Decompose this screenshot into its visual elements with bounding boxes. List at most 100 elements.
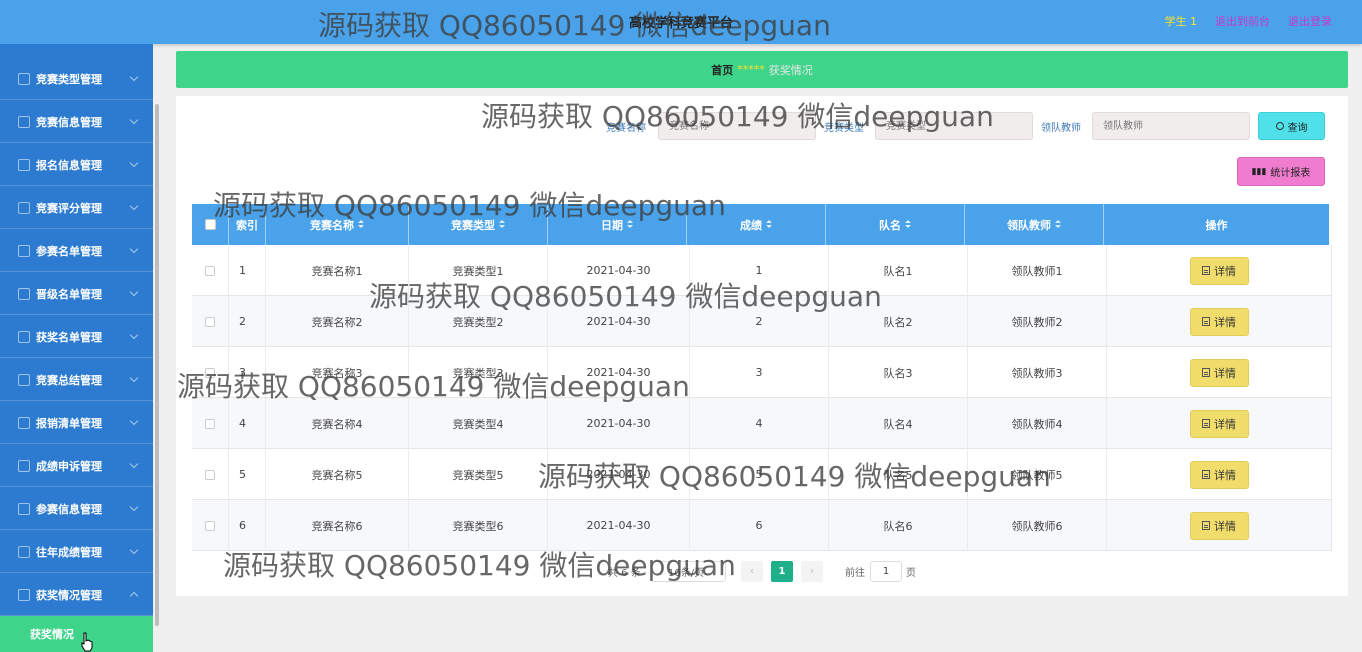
- column-header-team[interactable]: 队名: [826, 204, 965, 245]
- sidebar-item-competition-type[interactable]: 竞赛类型管理: [0, 58, 153, 100]
- sidebar: 竞赛类型管理 竞赛信息管理 报名信息管理 竞赛评分管理 参赛名单管理 晋级名单管…: [0, 44, 153, 652]
- detail-button[interactable]: 详情: [1189, 511, 1249, 540]
- sidebar-item-scoring[interactable]: 竞赛评分管理: [0, 187, 153, 229]
- sidebar-item-label: 获奖情况管理: [36, 588, 102, 602]
- prev-page-button[interactable]: ‹: [741, 561, 763, 582]
- cell-name: 竞赛名称3: [266, 347, 409, 398]
- cell-teacher: 领队教师4: [968, 398, 1107, 449]
- goto-suffix: 页: [906, 568, 916, 579]
- sidebar-item-winners[interactable]: 获奖名单管理: [0, 316, 153, 358]
- table-row: 2 竞赛名称2 竞赛类型2 2021-04-30 2 队名2 领队教师2 详情: [192, 296, 1332, 347]
- name-search-input[interactable]: [658, 112, 816, 140]
- detail-button-label: 详情: [1214, 315, 1236, 329]
- sidebar-item-summary[interactable]: 竞赛总结管理: [0, 359, 153, 401]
- copy-icon: [18, 502, 30, 515]
- sidebar-item-entry-info[interactable]: 参赛信息管理: [0, 488, 153, 530]
- cell-date: 2021-04-30: [548, 398, 690, 449]
- detail-button[interactable]: 详情: [1189, 409, 1249, 438]
- flag-icon: [18, 373, 30, 386]
- detail-button[interactable]: 详情: [1189, 307, 1249, 336]
- sidebar-item-competition-info[interactable]: 竞赛信息管理: [0, 101, 153, 143]
- column-header-type[interactable]: 竞赛类型: [409, 204, 548, 245]
- sidebar-item-appeals[interactable]: 成绩申诉管理: [0, 445, 153, 487]
- chevron-right-icon: ›: [810, 566, 814, 577]
- breadcrumb-separator: *****: [737, 63, 765, 76]
- cell-name: 竞赛名称2: [266, 296, 409, 347]
- type-search-label: 竞赛类型: [824, 123, 864, 134]
- cell-score: 3: [690, 347, 829, 398]
- next-page-button[interactable]: ›: [801, 561, 823, 582]
- cell-team: 队名4: [829, 398, 968, 449]
- column-header-score[interactable]: 成绩: [687, 204, 826, 245]
- chevron-down-icon: [129, 502, 139, 512]
- detail-button-label: 详情: [1214, 366, 1236, 380]
- select-all-checkbox[interactable]: [204, 219, 216, 230]
- page-number-current[interactable]: 1: [771, 561, 793, 582]
- table-row: 1 竞赛名称1 竞赛类型1 2021-04-30 1 队名1 领队教师1 详情: [192, 245, 1332, 296]
- current-user-link[interactable]: 学生 1: [1165, 13, 1198, 29]
- cell-name: 竞赛名称6: [266, 500, 409, 551]
- row-checkbox[interactable]: [205, 316, 215, 327]
- cell-team: 队名3: [829, 347, 968, 398]
- sidebar-item-label: 竞赛总结管理: [36, 373, 102, 387]
- sidebar-item-reimbursement[interactable]: 报销清单管理: [0, 402, 153, 444]
- detail-button[interactable]: 详情: [1189, 460, 1249, 489]
- trash-icon: [18, 244, 30, 257]
- teacher-search-input[interactable]: [1092, 112, 1250, 140]
- detail-button[interactable]: 详情: [1189, 256, 1249, 285]
- sidebar-item-participants[interactable]: 参赛名单管理: [0, 230, 153, 272]
- sort-icon: [766, 220, 772, 229]
- bar-chart-icon: ▮▮▮: [1251, 166, 1267, 177]
- cell-team: 队名6: [829, 500, 968, 551]
- detail-button-label: 详情: [1214, 468, 1236, 482]
- cell-date: 2021-04-30: [548, 245, 690, 296]
- sidebar-item-past-results[interactable]: 往年成绩管理: [0, 531, 153, 573]
- sidebar-subitem-awards-status[interactable]: 获奖情况: [0, 616, 153, 652]
- column-header-name[interactable]: 竞赛名称: [266, 204, 409, 245]
- teacher-search-label: 领队教师: [1041, 123, 1081, 134]
- sidebar-item-advancement[interactable]: 晋级名单管理: [0, 273, 153, 315]
- detail-button-label: 详情: [1214, 417, 1236, 431]
- row-checkbox[interactable]: [205, 418, 215, 429]
- column-header-teacher[interactable]: 领队教师: [965, 204, 1104, 245]
- cell-score: 2: [690, 296, 829, 347]
- chevron-down-icon: [129, 115, 139, 125]
- name-search-label: 竞赛名称: [606, 123, 646, 134]
- column-header-date[interactable]: 日期: [548, 204, 687, 245]
- cell-team: 队名1: [829, 245, 968, 296]
- sidebar-scrollbar[interactable]: [155, 104, 159, 626]
- exit-to-front-link[interactable]: 退出到前台: [1215, 13, 1270, 29]
- chevron-down-icon: [129, 416, 139, 426]
- breadcrumb-home[interactable]: 首页: [711, 62, 733, 78]
- document-icon: [1202, 521, 1210, 530]
- type-search-input[interactable]: [875, 112, 1033, 140]
- sort-icon: [499, 220, 505, 229]
- sort-icon: [905, 220, 911, 229]
- row-checkbox[interactable]: [205, 520, 215, 531]
- sidebar-item-label: 竞赛评分管理: [36, 201, 102, 215]
- briefcase-icon: [18, 115, 30, 128]
- chevron-down-icon: [129, 244, 139, 254]
- sidebar-item-awards[interactable]: 获奖情况管理: [0, 574, 153, 616]
- cell-name: 竞赛名称4: [266, 398, 409, 449]
- row-checkbox[interactable]: [205, 469, 215, 480]
- cell-index: 4: [229, 398, 266, 449]
- cell-name: 竞赛名称5: [266, 449, 409, 500]
- row-checkbox[interactable]: [205, 265, 215, 276]
- sidebar-item-label: 竞赛信息管理: [36, 115, 102, 129]
- cell-date: 2021-04-30: [548, 449, 690, 500]
- sidebar-item-registration[interactable]: 报名信息管理: [0, 144, 153, 186]
- row-checkbox[interactable]: [205, 367, 215, 378]
- document-icon: [1202, 470, 1210, 479]
- chevron-down-icon: [129, 158, 139, 168]
- logout-link[interactable]: 退出登录: [1288, 13, 1332, 29]
- page-size-select[interactable]: 10条/页: [651, 561, 726, 582]
- query-button[interactable]: 查询: [1258, 112, 1325, 140]
- goto-page-input[interactable]: [870, 561, 902, 582]
- sidebar-item-label: 报销清单管理: [36, 416, 102, 430]
- top-links: 学生 1 退出到前台 退出登录: [1165, 13, 1333, 29]
- statistics-report-button[interactable]: ▮▮▮ 统计报表: [1237, 157, 1325, 186]
- table-row: 6 竞赛名称6 竞赛类型6 2021-04-30 6 队名6 领队教师6 详情: [192, 500, 1332, 551]
- detail-button[interactable]: 详情: [1189, 358, 1249, 387]
- search-icon: [1275, 122, 1284, 130]
